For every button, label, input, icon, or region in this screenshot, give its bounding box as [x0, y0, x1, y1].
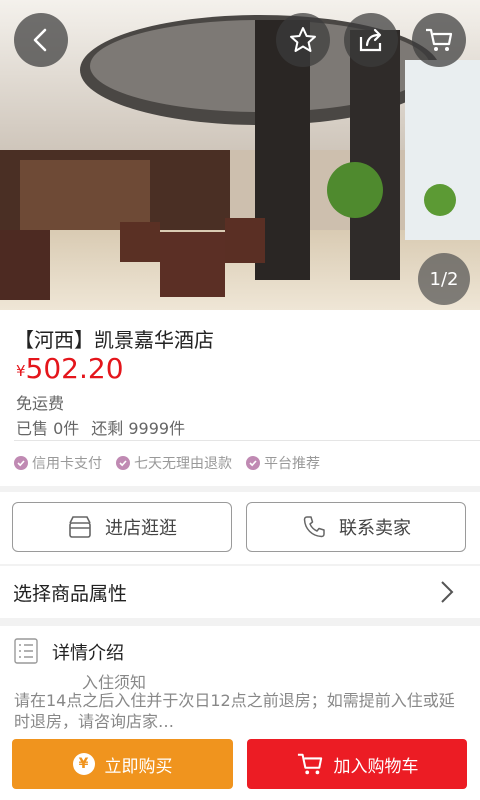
shipping-info: 免运费 [16, 394, 65, 413]
share-button[interactable] [344, 13, 398, 67]
detail-title: 详情介绍 [52, 643, 124, 664]
detail-section: 详情介绍 入住须知 请在14点之后入住并于次日12点之前退房；如需提前入住或延时… [0, 626, 480, 736]
add-to-cart-label: 加入购物车 [333, 756, 419, 777]
image-pager: 1/2 [418, 253, 470, 305]
visit-shop-label: 进店逛逛 [105, 518, 177, 539]
cart-shortcut-button[interactable] [412, 13, 466, 67]
back-button[interactable] [14, 13, 68, 67]
favorite-button[interactable] [276, 13, 330, 67]
bottom-action-bar: ¥ 立即购买 加入购物车 [0, 736, 480, 800]
cart-icon [297, 753, 322, 775]
add-to-cart-button[interactable]: 加入购物车 [247, 739, 467, 789]
badge-credit-card: 信用卡支付 [14, 453, 102, 473]
badge-seven-day-refund: 七天无理由退款 [116, 453, 232, 473]
stock-info: 已售 0件 还剩 9999件 [16, 415, 197, 439]
currency-symbol: ¥ [16, 362, 26, 380]
contact-seller-button[interactable]: 联系卖家 [246, 502, 466, 552]
select-attributes-label: 选择商品属性 [13, 582, 128, 605]
badge-platform-recommended: 平台推荐 [246, 453, 320, 473]
divider [14, 440, 480, 441]
product-title: 【河西】凯景嘉华酒店 [14, 328, 214, 352]
hotel-lobby-photo [0, 0, 480, 310]
badge-label: 信用卡支付 [32, 456, 102, 472]
service-badges: 信用卡支付 七天无理由退款 平台推荐 [14, 453, 320, 473]
select-attributes-row[interactable]: 选择商品属性 [0, 566, 480, 618]
price-value: 502.20 [25, 352, 124, 385]
check-icon [246, 456, 260, 470]
list-icon [14, 638, 38, 664]
buy-now-label: 立即购买 [104, 756, 173, 777]
back-icon [33, 28, 47, 52]
shop-icon [69, 516, 91, 538]
detail-body: 请在14点之后入住并于次日12点之前退房；如需提前入住或延时退房，请咨询店家… [14, 691, 455, 731]
check-icon [116, 456, 130, 470]
badge-label: 平台推荐 [264, 456, 320, 472]
sold-count: 已售 0件 [16, 419, 80, 438]
check-icon [14, 456, 28, 470]
star-icon [290, 27, 316, 52]
product-price: ¥502.20 [16, 352, 124, 385]
cart-icon [426, 28, 453, 51]
badge-label: 七天无理由退款 [134, 456, 232, 472]
phone-icon [303, 516, 325, 538]
chevron-right-icon [441, 581, 454, 603]
yen-icon: ¥ [72, 753, 95, 775]
contact-seller-label: 联系卖家 [339, 518, 411, 539]
visit-shop-button[interactable]: 进店逛逛 [12, 502, 232, 552]
shop-actions: 进店逛逛 联系卖家 [0, 492, 480, 564]
product-image-carousel[interactable]: 1/2 [0, 0, 480, 310]
remaining-count: 还剩 9999件 [91, 419, 186, 438]
buy-now-button[interactable]: ¥ 立即购买 [12, 739, 233, 789]
share-icon [359, 28, 382, 52]
